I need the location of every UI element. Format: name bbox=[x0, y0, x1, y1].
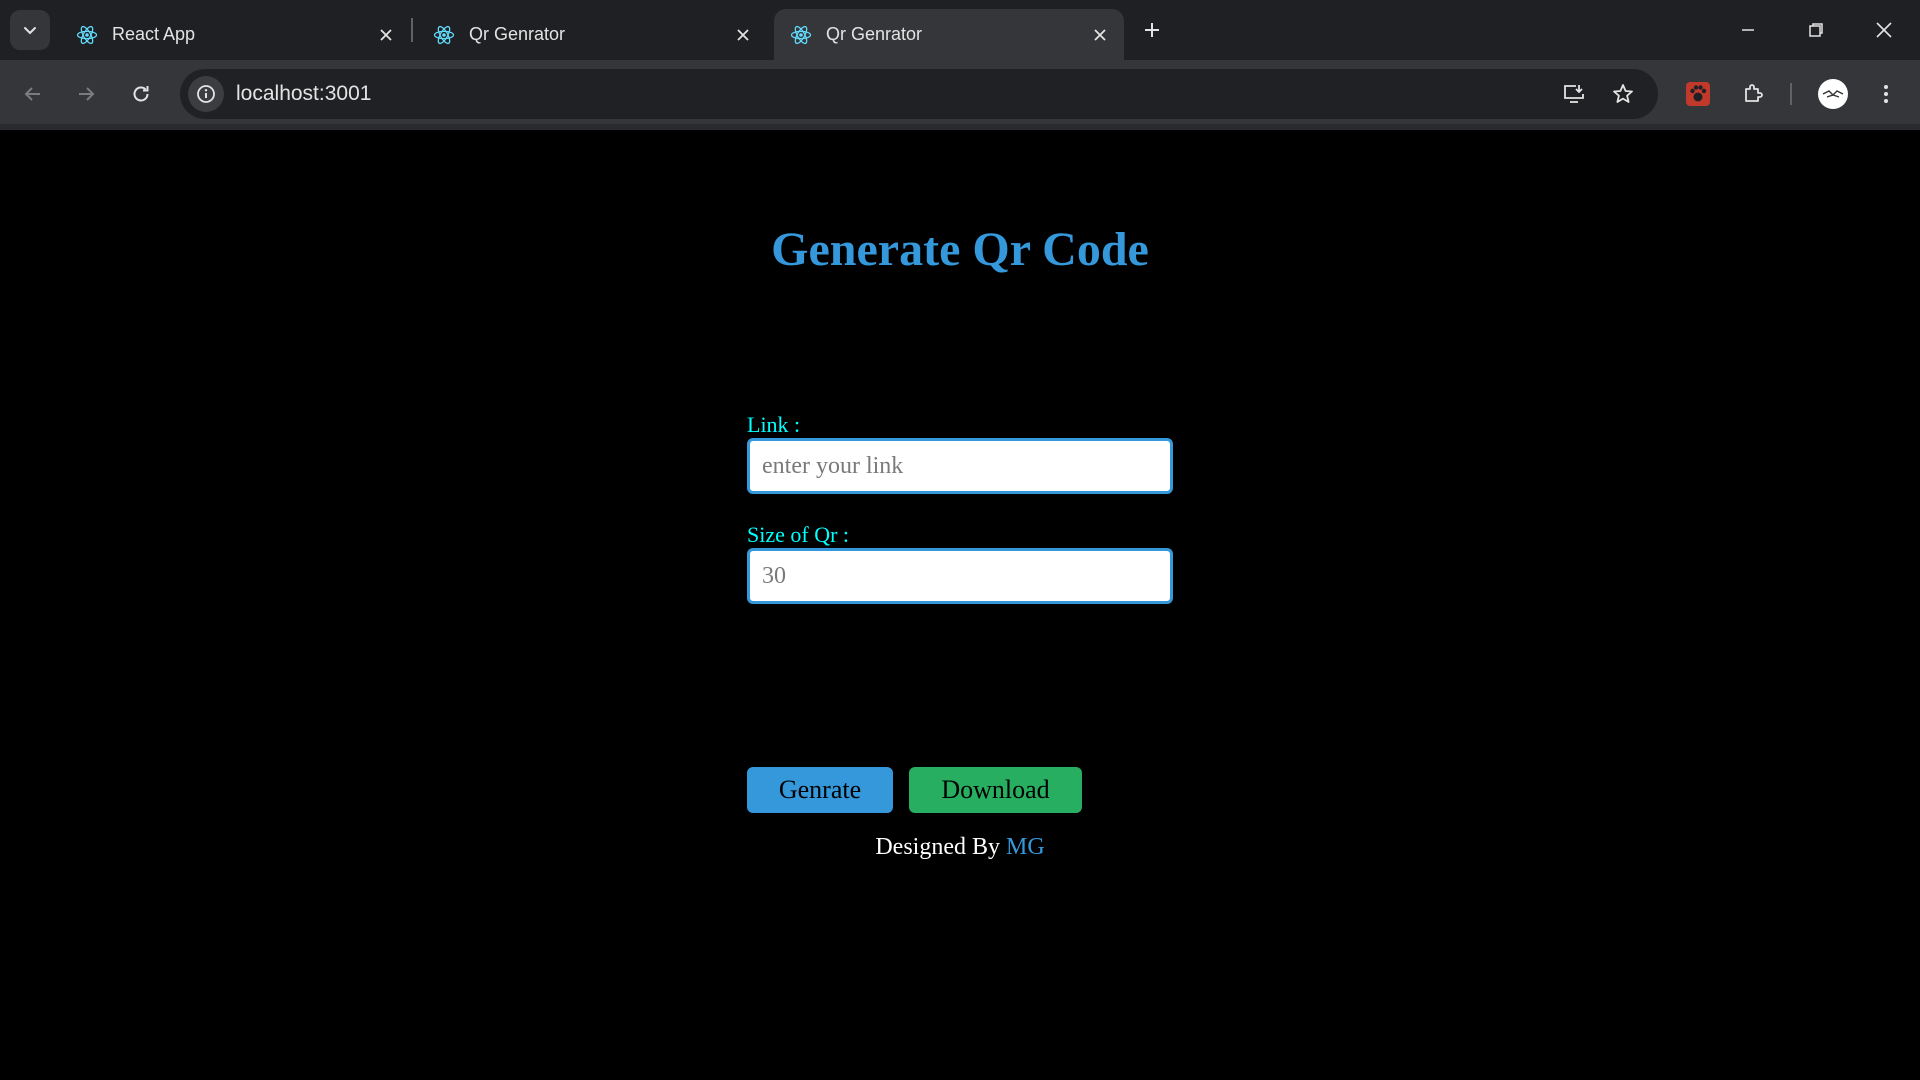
tab-title: Qr Genrator bbox=[469, 24, 566, 44]
size-input[interactable] bbox=[747, 548, 1173, 604]
tab-separator bbox=[411, 18, 413, 42]
install-icon bbox=[1564, 85, 1584, 103]
puzzle-icon bbox=[1745, 84, 1763, 102]
minimize-icon bbox=[1742, 29, 1754, 31]
reload-icon bbox=[133, 86, 149, 102]
new-tab-button[interactable] bbox=[1136, 14, 1168, 46]
avatar bbox=[1818, 79, 1848, 109]
extension-button[interactable] bbox=[1680, 76, 1716, 112]
install-app-button[interactable] bbox=[1556, 76, 1592, 112]
info-icon bbox=[197, 85, 215, 103]
address-bar[interactable]: localhost:3001 bbox=[180, 69, 1658, 119]
close-icon bbox=[1876, 22, 1892, 38]
action-buttons: Genrate Download bbox=[747, 767, 1082, 813]
browser-tab-qr-genrator[interactable]: Qr Genrator bbox=[417, 9, 767, 60]
footer: Designed By MG bbox=[0, 834, 1920, 861]
close-window-button[interactable] bbox=[1850, 0, 1918, 60]
arrow-left-icon bbox=[24, 87, 40, 101]
plus-icon bbox=[1145, 23, 1159, 37]
page-title: Generate Qr Code bbox=[771, 223, 1149, 276]
download-button[interactable]: Download bbox=[909, 767, 1082, 813]
browser-tab-react-app[interactable]: React App bbox=[60, 9, 410, 60]
forward-button[interactable] bbox=[68, 76, 104, 112]
profile-button[interactable] bbox=[1815, 76, 1851, 112]
reload-button[interactable] bbox=[123, 76, 159, 112]
tab-search-button[interactable] bbox=[10, 10, 50, 50]
close-icon[interactable] bbox=[1086, 21, 1114, 49]
qr-form: Link : Size of Qr : bbox=[747, 412, 1173, 604]
extensions-menu-button[interactable] bbox=[1735, 76, 1771, 112]
browser-menu-button[interactable] bbox=[1868, 76, 1904, 112]
more-vertical-icon bbox=[1884, 85, 1888, 103]
extension-paw-icon bbox=[1686, 82, 1710, 106]
restore-icon bbox=[1809, 23, 1823, 37]
link-label: Link : bbox=[747, 412, 801, 437]
browser-tabstrip: React App Qr Genrator Qr Genrator bbox=[0, 0, 1920, 60]
toolbar-divider bbox=[1790, 83, 1792, 105]
back-button[interactable] bbox=[15, 76, 51, 112]
react-icon bbox=[76, 24, 98, 46]
react-icon bbox=[790, 24, 812, 46]
close-icon[interactable] bbox=[729, 21, 757, 49]
chevron-down-icon bbox=[24, 27, 36, 35]
address-url: localhost:3001 bbox=[236, 82, 372, 105]
browser-tab-qr-genrator-active[interactable]: Qr Genrator bbox=[774, 9, 1124, 60]
restore-button[interactable] bbox=[1782, 0, 1850, 60]
arrow-right-icon bbox=[79, 87, 95, 101]
minimize-button[interactable] bbox=[1714, 0, 1782, 60]
author-link[interactable]: MG bbox=[1006, 834, 1045, 860]
browser-toolbar: localhost:3001 bbox=[0, 60, 1920, 130]
close-icon[interactable] bbox=[372, 21, 400, 49]
tab-title: React App bbox=[112, 24, 196, 44]
link-input[interactable] bbox=[747, 438, 1173, 494]
site-info-button[interactable] bbox=[188, 76, 224, 112]
react-icon bbox=[433, 24, 455, 46]
size-label: Size of Qr : bbox=[747, 522, 850, 547]
footer-text: Designed By bbox=[875, 834, 1000, 860]
star-icon bbox=[1613, 84, 1633, 103]
tab-title: Qr Genrator bbox=[826, 24, 923, 44]
bookmark-button[interactable] bbox=[1605, 76, 1641, 112]
generate-button[interactable]: Genrate bbox=[747, 767, 893, 813]
